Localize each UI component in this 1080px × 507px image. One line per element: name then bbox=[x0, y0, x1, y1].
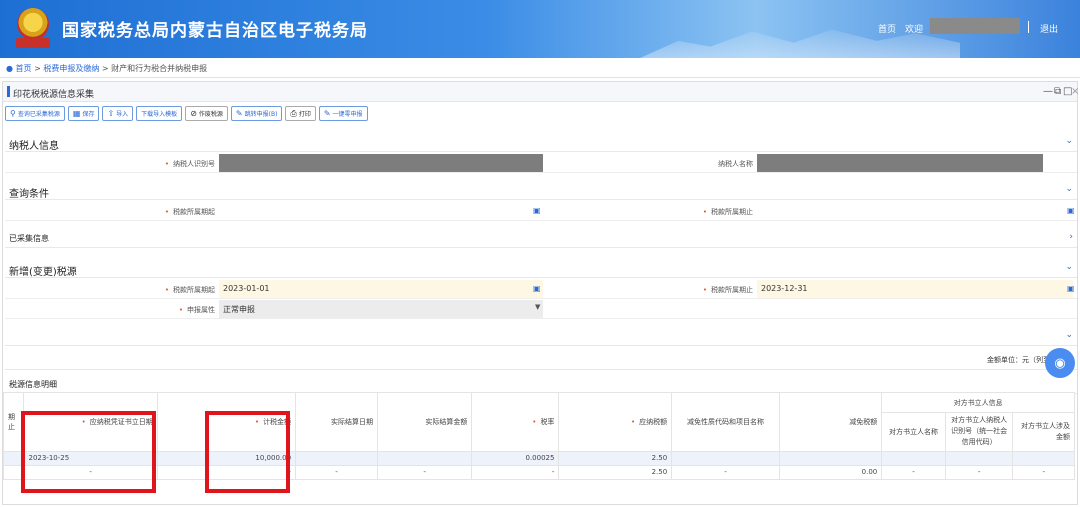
breadcrumb-sep: > bbox=[34, 64, 41, 73]
breadcrumb-sep: > bbox=[101, 64, 109, 73]
chevron-right-icon[interactable]: › bbox=[1069, 232, 1073, 242]
unit-row bbox=[5, 348, 1077, 370]
chevron-down-icon[interactable]: ⌄ bbox=[1065, 262, 1073, 272]
upload-icon: ⇧ bbox=[107, 109, 115, 118]
detail-table: 期止 • 应纳税凭证书立日期 • 计税金额 实际结算日期 实际结算金额 • 税率 • 应… bbox=[2, 392, 1075, 480]
taxpayer-id-value-redacted bbox=[219, 154, 543, 172]
table-row[interactable]: 2023-10-25 10,000.00 0.00025 2.50 bbox=[2, 450, 1075, 466]
edit-icon: ✎ bbox=[323, 109, 331, 118]
void-source-button[interactable]: ⊘ 作废税源 bbox=[185, 106, 228, 121]
section-new-source[interactable]: 新增(变更)税源 ⌄ bbox=[5, 258, 1077, 278]
calendar-icon[interactable]: ▣ bbox=[533, 284, 541, 293]
highlight-box-voucher-date bbox=[21, 411, 156, 493]
cell-tax-payable: 2.50 bbox=[558, 450, 673, 466]
query-row: • 税款所属期起 ▣ • 税款所属期止 ▣ bbox=[5, 201, 1077, 221]
taxpayer-name-label: 纳税人名称 bbox=[718, 160, 753, 168]
print-button[interactable]: ⎙ 打印 bbox=[285, 106, 316, 121]
new-period-start-input[interactable]: 2023-01-01 bbox=[219, 280, 543, 298]
section-query-conditions[interactable]: 查询条件 ⌄ bbox=[5, 180, 1077, 200]
col-cp-id: 对方书立人纳税人识别号（统一社会信用代码） bbox=[944, 412, 1014, 452]
taxpayer-id-label: • 纳税人识别号 bbox=[164, 160, 215, 168]
section-title: 查询条件 bbox=[9, 189, 49, 200]
chevron-down-icon[interactable]: ⌄ bbox=[1065, 136, 1073, 146]
print-icon: ⎙ bbox=[290, 108, 297, 118]
header-divider bbox=[1028, 21, 1029, 33]
cell-reduction-total: 0.00 bbox=[778, 464, 883, 480]
panel-header: 印花税税源信息采集 — ⧉ □ × bbox=[3, 82, 1079, 102]
title-accent-bar bbox=[7, 86, 10, 97]
dropdown-arrow-icon[interactable]: ▼ bbox=[535, 303, 540, 311]
import-button[interactable]: ⇧ 导入 bbox=[102, 106, 134, 121]
new-period-end-label: • 税款所属期止 bbox=[702, 286, 753, 294]
breadcrumb-tax-declare[interactable]: 税费申报及缴纳 bbox=[43, 64, 99, 73]
taxpayer-name-value-redacted bbox=[757, 154, 1043, 172]
amount-unit-text: 金额单位：元（列至 bbox=[987, 356, 1050, 364]
section-title: 税源信息明细 bbox=[9, 380, 57, 389]
divider bbox=[0, 77, 1080, 78]
toolbar: ⚲ 查询已采集税源 ▦ 保存 ⇧ 导入 下载导入模板 ⊘ 作废税源 ✎ 跳转申报(B) ⎙… bbox=[5, 106, 368, 122]
void-icon: ⊘ bbox=[190, 109, 197, 118]
new-source-attr-row: • 申报属性 正常申报 ▼ bbox=[5, 299, 1077, 319]
calendar-icon[interactable]: ▣ bbox=[533, 206, 541, 215]
section-detail[interactable]: 税源信息明细 bbox=[5, 374, 1077, 394]
logout-link[interactable]: 退出 bbox=[1040, 22, 1058, 35]
top-header: 国家税务总局内蒙古自治区电子税务局 首页 欢迎 退出 bbox=[0, 0, 1080, 58]
col-counterparty-group: 对方书立人信息 bbox=[881, 392, 1075, 413]
query-period-start-input[interactable] bbox=[219, 202, 543, 220]
national-emblem-logo bbox=[14, 8, 52, 50]
edit-icon: ✎ bbox=[235, 109, 243, 118]
jump-declare-button[interactable]: ✎ 跳转申报(B) bbox=[230, 106, 283, 121]
declare-attr-label: • 申报属性 bbox=[178, 306, 215, 314]
cell-rate: 0.00025 bbox=[471, 450, 560, 466]
zero-declare-button[interactable]: ✎ 一键零申报 bbox=[318, 106, 368, 121]
declare-attr-select[interactable]: 正常申报 bbox=[219, 300, 543, 318]
section-title: 新增(变更)税源 bbox=[9, 267, 77, 278]
col-actual-date: 实际结算日期 bbox=[295, 392, 379, 452]
restore-icon[interactable]: ⧉ bbox=[1054, 86, 1061, 97]
col-cp-amount: 对方书立人涉及金额 bbox=[1012, 412, 1075, 452]
col-tax-payable: • 应纳税额 bbox=[558, 392, 673, 452]
user-name-redacted bbox=[930, 18, 1020, 34]
welcome-text: 欢迎 bbox=[905, 25, 924, 35]
highlight-box-amount bbox=[205, 411, 290, 493]
table-row: - - - - - 2.50 - 0.00 - - - bbox=[2, 464, 1075, 480]
col-actual-amount: 实际结算金额 bbox=[377, 392, 473, 452]
search-icon: ⚲ bbox=[10, 109, 16, 118]
new-period-end-input[interactable]: 2023-12-31 bbox=[757, 280, 1073, 298]
breadcrumb: ● 首页 > 税费申报及缴纳 > 财产和行为税合并纳税申报 bbox=[6, 63, 207, 74]
save-button[interactable]: ▦ 保存 bbox=[67, 106, 100, 121]
taxpayer-row: • 纳税人识别号 纳税人名称 bbox=[5, 153, 1077, 173]
query-period-start-label: • 税款所属期起 bbox=[164, 208, 215, 216]
breadcrumb-current: 财产和行为税合并纳税申报 bbox=[111, 64, 208, 73]
section-title: 纳税人信息 bbox=[9, 141, 59, 152]
new-source-period-row: • 税款所属期起 2023-01-01 ▣ • 税款所属期止 2023-12-31 … bbox=[5, 279, 1077, 299]
home-link[interactable]: 首页 bbox=[878, 22, 896, 35]
new-period-start-label: • 税款所属期起 bbox=[164, 286, 215, 294]
save-icon: ▦ bbox=[72, 109, 81, 118]
chat-assistant-icon[interactable]: ◉ bbox=[1045, 348, 1075, 378]
minimize-icon[interactable]: — bbox=[1043, 86, 1053, 97]
col-reduction-code: 减免性质代码和项目名称 bbox=[671, 392, 780, 452]
calendar-icon[interactable]: ▣ bbox=[1067, 206, 1075, 215]
location-pin-icon: ● bbox=[6, 64, 13, 73]
section-title: 已采集信息 bbox=[9, 234, 49, 243]
site-title: 国家税务总局内蒙古自治区电子税务局 bbox=[62, 21, 368, 41]
query-period-end-label: • 税款所属期止 bbox=[702, 208, 753, 216]
col-reduction-amount: 减免税额 bbox=[778, 392, 883, 452]
col-cp-name: 对方书立人名称 bbox=[881, 412, 946, 452]
query-period-end-input[interactable] bbox=[757, 202, 1073, 220]
close-icon[interactable]: × bbox=[1071, 86, 1079, 97]
download-template-button[interactable]: 下载导入模板 bbox=[136, 106, 183, 121]
col-rate: • 税率 bbox=[471, 392, 560, 452]
collapsed-section[interactable]: ⌄ bbox=[5, 324, 1077, 346]
breadcrumb-home[interactable]: 首页 bbox=[16, 64, 32, 73]
chevron-down-icon[interactable]: ⌄ bbox=[1065, 330, 1073, 340]
query-collected-button[interactable]: ⚲ 查询已采集税源 bbox=[5, 106, 65, 121]
chevron-down-icon[interactable]: ⌄ bbox=[1065, 184, 1073, 194]
cell-total-tax: 2.50 bbox=[558, 464, 673, 480]
calendar-icon[interactable]: ▣ bbox=[1067, 284, 1075, 293]
panel-title: 印花税税源信息采集 bbox=[13, 90, 95, 100]
section-collected-info[interactable]: 已采集信息 › bbox=[5, 228, 1077, 248]
section-taxpayer-info[interactable]: 纳税人信息 ⌄ bbox=[5, 132, 1077, 152]
